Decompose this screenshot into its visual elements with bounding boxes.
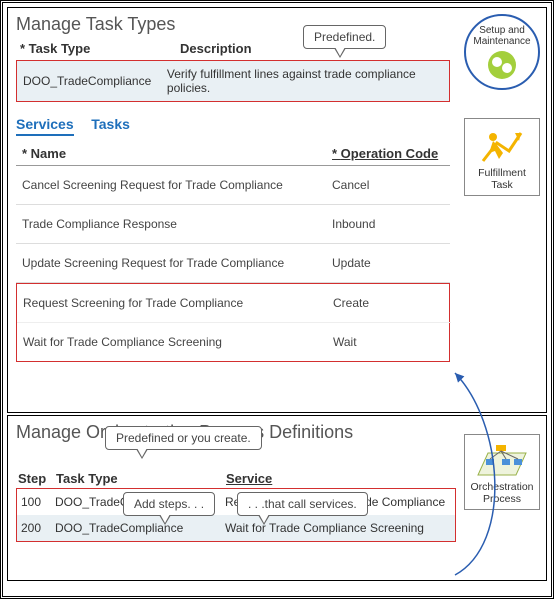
service-name: Trade Compliance Response	[22, 217, 332, 231]
task-type-header: Task Type Description	[16, 41, 538, 56]
header-task-type: Task Type	[56, 471, 226, 486]
def-step: 100	[21, 495, 55, 509]
orchestration-process-icon[interactable]: Orchestration Process	[464, 434, 540, 510]
service-name: Update Screening Request for Trade Compl…	[22, 256, 332, 270]
service-row[interactable]: Trade Compliance Response Inbound	[16, 205, 450, 244]
service-name: Request Screening for Trade Compliance	[23, 296, 333, 310]
services-highlight-group: Request Screening for Trade Compliance C…	[16, 283, 450, 362]
callout-call-services: . . .that call services.	[237, 492, 368, 516]
flowchart-icon	[476, 439, 528, 479]
callout-text: . . .that call services.	[248, 497, 357, 511]
icon-label: Orchestration Process	[470, 481, 533, 505]
service-op: Create	[333, 296, 369, 310]
definitions-highlight-group: 100 DOO_TradeCompliance Request Screenin…	[16, 488, 456, 542]
service-op: Update	[332, 256, 371, 270]
gears-icon	[488, 51, 516, 79]
header-step: Step	[18, 471, 56, 486]
task-type-desc: Verify fulfillment lines against trade c…	[167, 67, 443, 95]
service-op: Cancel	[332, 178, 369, 192]
service-row[interactable]: Request Screening for Trade Compliance C…	[17, 284, 451, 323]
header-name: Name	[22, 146, 332, 161]
callout-text: Add steps. . .	[134, 497, 204, 511]
panel-title: Manage Task Types	[16, 14, 538, 35]
definitions-header: Step Task Type Service	[16, 467, 456, 488]
setup-maintenance-icon[interactable]: Setup and Maintenance	[464, 14, 540, 90]
service-name: Wait for Trade Compliance Screening	[23, 335, 333, 349]
header-service: Service	[226, 471, 272, 486]
service-row[interactable]: Wait for Trade Compliance Screening Wait	[17, 323, 451, 361]
tab-tasks[interactable]: Tasks	[91, 116, 130, 134]
service-op: Inbound	[332, 217, 375, 231]
def-service: Wait for Trade Compliance Screening	[225, 521, 424, 535]
def-type: DOO_TradeCompliance	[55, 521, 225, 535]
def-step: 200	[21, 521, 55, 535]
diagram-outer: Manage Task Types Task Type Description …	[0, 0, 554, 599]
callout-predefined: Predefined.	[303, 25, 386, 49]
icon-label: Fulfillment Task	[478, 167, 526, 191]
tabs: Services Tasks	[16, 116, 538, 136]
service-row[interactable]: Cancel Screening Request for Trade Compl…	[16, 166, 450, 205]
tab-services[interactable]: Services	[16, 116, 74, 136]
service-row[interactable]: Update Screening Request for Trade Compl…	[16, 244, 450, 283]
panel-manage-task-types: Manage Task Types Task Type Description …	[7, 7, 547, 413]
service-name: Cancel Screening Request for Trade Compl…	[22, 178, 332, 192]
callout-add-steps: Add steps. . .	[123, 492, 215, 516]
header-task-type: Task Type	[20, 41, 180, 56]
runner-arrow-icon	[479, 123, 525, 165]
task-type-row[interactable]: DOO_TradeCompliance Verify fulfillment l…	[16, 60, 450, 102]
header-operation-code: Operation Code	[332, 146, 438, 161]
header-description: Description	[180, 41, 252, 56]
icon-label: Setup and Maintenance	[466, 25, 538, 47]
callout-predefined-or-create: Predefined or you create.	[105, 426, 262, 450]
callout-text: Predefined.	[314, 30, 375, 44]
callout-text: Predefined or you create.	[116, 431, 251, 445]
panel-title: Manage Orchestration Process Definitions	[16, 422, 538, 443]
definition-row[interactable]: 200 DOO_TradeCompliance Wait for Trade C…	[17, 515, 455, 541]
fulfillment-task-icon[interactable]: Fulfillment Task	[464, 118, 540, 196]
services-header: Name Operation Code	[16, 142, 450, 166]
service-op: Wait	[333, 335, 357, 349]
definition-row[interactable]: 100 DOO_TradeCompliance Request Screenin…	[17, 489, 455, 515]
task-type-name: DOO_TradeCompliance	[23, 74, 167, 88]
